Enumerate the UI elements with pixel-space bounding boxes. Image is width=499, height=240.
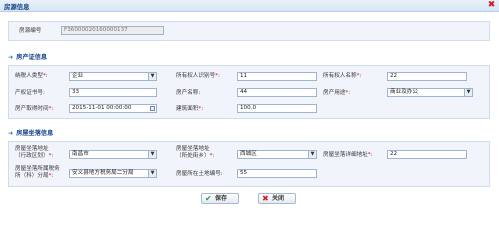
chevron-down-icon[interactable]: ▼ — [308, 151, 316, 158]
save-button[interactable]: ✔ 保存 — [201, 193, 239, 204]
acquired-time-label: 房产取得时间*: — [15, 106, 54, 112]
close-button-label: 关闭 — [272, 195, 285, 202]
admin-region-value: 南昌市 — [72, 151, 89, 157]
admin-region-label: 房屋坐落地址 （行政区划）*: — [15, 146, 54, 159]
chevron-down-icon[interactable]: ▼ — [464, 89, 472, 96]
chevron-down-icon[interactable]: ▼ — [148, 151, 156, 158]
taxpayer-type-select[interactable]: 企业 ▼ — [69, 72, 157, 81]
close-icon[interactable]: ✖ — [487, 1, 496, 10]
admin-region-select[interactable]: 南昌市 ▼ — [69, 150, 157, 159]
listing-label: 房源编号 — [19, 28, 42, 34]
checkmark-icon: ✔ — [205, 194, 212, 203]
save-button-label: 保存 — [215, 195, 228, 202]
listing-number-field: F36000020160000137 — [61, 26, 164, 35]
location-section-title: 房屋坐落信息 — [16, 130, 54, 137]
floor-area-label: 建筑面积*: — [176, 106, 204, 112]
detail-address-input[interactable]: 22 — [387, 150, 467, 159]
property-use-value: 商业及办公 — [390, 89, 418, 95]
taxpayer-type-label: 纳税人类型*: — [15, 73, 48, 79]
location-section-header: ➜ 房屋坐落信息 — [8, 128, 53, 137]
owner-id-input[interactable]: 11 — [237, 72, 317, 81]
cert-section-title: 房产证信息 — [16, 54, 48, 61]
close-icon: ✖ — [262, 194, 269, 203]
land-no-label: 房屋所在土地编号: — [176, 171, 223, 177]
street-value: 西城区 — [240, 151, 257, 157]
street-select[interactable]: 西城区 ▼ — [237, 150, 317, 159]
tax-office-value: 安义县地方税务局二分局 — [72, 170, 134, 176]
owner-id-label: 所有权人识别号*: — [176, 73, 220, 79]
property-name-input[interactable]: 44 — [237, 88, 317, 97]
arrow-right-icon: ➜ — [8, 54, 14, 61]
window-titlebar: 房源信息 ✖ — [0, 0, 499, 12]
cert-section-header: ➜ 房产证信息 — [8, 52, 47, 61]
owner-name-label: 所有权人名称*: — [323, 73, 362, 79]
acquired-time-input[interactable]: 2015-11-01 00:00:00 — [69, 104, 157, 113]
cert-no-label: 产权证书号: — [15, 90, 45, 96]
cert-no-input[interactable]: 33 — [69, 88, 157, 97]
property-name-label: 房产名称: — [176, 90, 201, 96]
tax-office-label: 房屋坐落所属税务 所（科）分局*: — [15, 166, 60, 179]
land-no-input[interactable]: 55 — [237, 169, 317, 178]
location-panel: 房屋坐落地址 （行政区划）*: 南昌市 ▼ 房屋坐落地址 （所处街乡）*: 西城区 … — [8, 141, 490, 187]
tax-office-select[interactable]: 安义县地方税务局二分局 ▼ — [69, 169, 157, 178]
window-title: 房源信息 — [4, 3, 30, 11]
chevron-down-icon[interactable]: ▼ — [148, 73, 156, 80]
cert-panel: 纳税人类型*: 企业 ▼ 所有权人识别号*: 11 所有权人名称*: 22 产权… — [8, 65, 490, 119]
detail-address-label: 房屋坐落详细地址*: — [323, 152, 373, 158]
floor-area-input[interactable]: 100.0 — [237, 104, 317, 113]
chevron-down-icon[interactable]: ▼ — [148, 170, 156, 177]
close-button[interactable]: ✖ 关闭 — [258, 193, 296, 204]
street-label: 房屋坐落地址 （所处街乡）*: — [176, 146, 215, 159]
property-use-select[interactable]: 商业及办公 ▼ — [387, 88, 473, 97]
property-use-label: 房产用途*: — [323, 90, 351, 96]
taxpayer-type-value: 企业 — [72, 73, 84, 79]
calendar-icon[interactable] — [150, 106, 155, 111]
arrow-right-icon: ➜ — [8, 130, 14, 137]
owner-name-input[interactable]: 22 — [387, 72, 467, 81]
listing-panel: 房源编号 F36000020160000137 — [8, 21, 490, 41]
